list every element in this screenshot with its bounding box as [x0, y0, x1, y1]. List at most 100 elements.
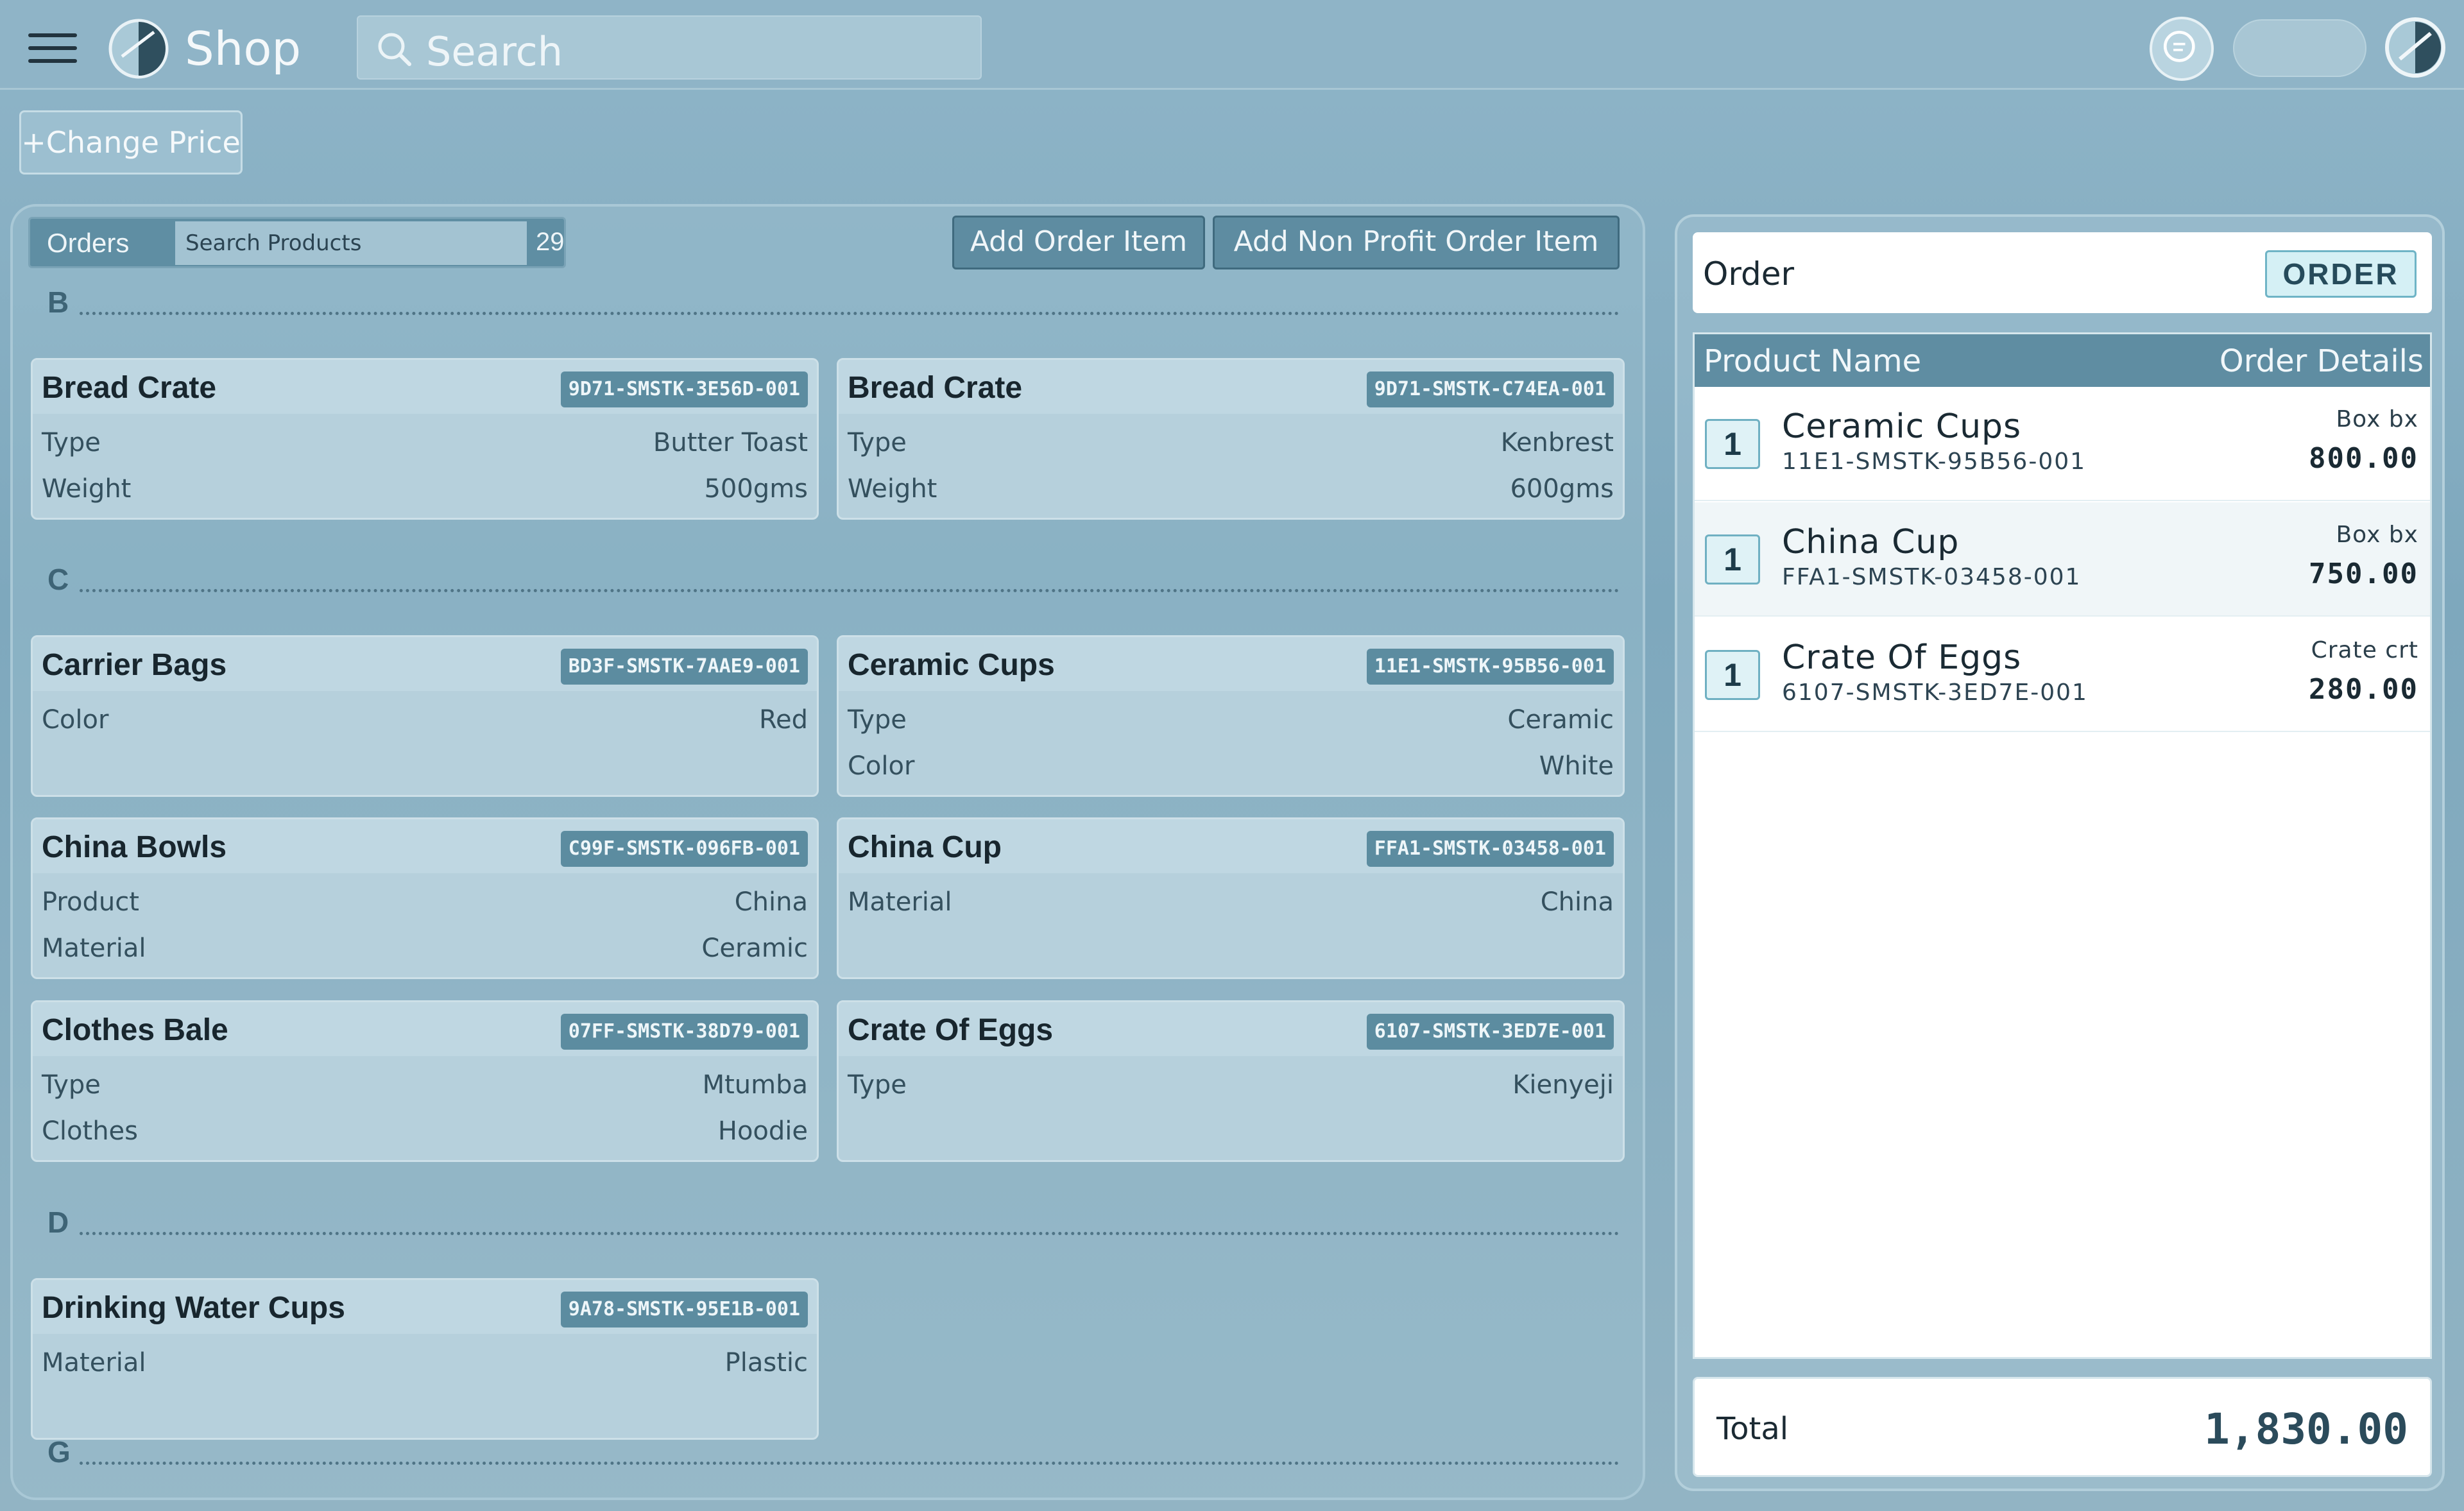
product-name: Bread Crate — [848, 371, 1023, 405]
attribute-value: Plastic — [724, 1348, 808, 1378]
order-header: Order ORDER — [1693, 232, 2432, 313]
order-item-unit: Box bx — [2336, 522, 2418, 548]
product-sku-badge: 9D71-SMSTK-C74EA-001 — [1366, 371, 1614, 407]
attribute-key: Color — [42, 705, 109, 735]
attribute-value: Kienyeji — [1512, 1070, 1614, 1100]
product-search-input[interactable]: Search Products — [175, 221, 527, 265]
search-bar[interactable]: Search — [357, 15, 982, 80]
section-header: G — [47, 1435, 1620, 1473]
product-attribute: Clothes Hoodie — [42, 1116, 808, 1155]
section-divider — [80, 312, 1620, 315]
attribute-key: Type — [848, 705, 907, 735]
attribute-value: White — [1539, 751, 1614, 781]
order-panel: Order ORDER Product Name Order Details 1… — [1675, 214, 2445, 1491]
attribute-key: Clothes — [42, 1116, 138, 1146]
product-attribute: Type Mtumba — [42, 1070, 808, 1109]
attribute-value: Ceramic — [1507, 705, 1614, 735]
attribute-value: Mtumba — [702, 1070, 808, 1100]
quantity-badge[interactable]: 1 — [1705, 419, 1760, 469]
order-item-row[interactable]: 1 Crate Of Eggs 6107-SMSTK-3ED7E-001 Cra… — [1695, 618, 2430, 732]
search-input[interactable]: Search — [426, 28, 563, 75]
product-card[interactable]: Bread Crate 9D71-SMSTK-3E56D-001 Type But… — [31, 358, 819, 520]
product-name: Carrier Bags — [42, 648, 227, 682]
attribute-value: China — [734, 887, 808, 917]
order-item-name: China Cup — [1782, 523, 1960, 561]
add-order-item-button[interactable]: Add Order Item — [952, 216, 1205, 269]
product-attribute: Weight 600gms — [848, 474, 1614, 513]
product-card[interactable]: Clothes Bale 07FF-SMSTK-38D79-001 Type Mt… — [31, 1000, 819, 1162]
order-item-row[interactable]: 1 Ceramic Cups 11E1-SMSTK-95B56-001 Box … — [1695, 387, 2430, 501]
products-panel: Orders Search Products 29 Add Order Item… — [10, 204, 1645, 1500]
section-header: D — [47, 1205, 1620, 1243]
product-sku-badge: BD3F-SMSTK-7AAE9-001 — [560, 649, 808, 685]
attribute-key: Material — [42, 1348, 146, 1378]
product-attribute: Type Ceramic — [848, 705, 1614, 744]
order-item-price: 280.00 — [2309, 673, 2418, 706]
product-name: Drinking Water Cups — [42, 1291, 345, 1325]
add-non-profit-order-item-button[interactable]: Add Non Profit Order Item — [1213, 216, 1620, 269]
product-name: China Bowls — [42, 830, 227, 864]
product-card[interactable]: China Cup FFA1-SMSTK-03458-001 Material C… — [837, 817, 1625, 979]
quantity-badge[interactable]: 1 — [1705, 534, 1760, 585]
chat-button[interactable] — [2150, 17, 2214, 81]
order-item-unit: Box bx — [2336, 406, 2418, 432]
section-letter: B — [47, 286, 69, 319]
product-attribute: Material Ceramic — [42, 934, 808, 972]
product-card[interactable]: Bread Crate 9D71-SMSTK-C74EA-001 Type Ken… — [837, 358, 1625, 520]
top-bar: Shop Search — [0, 0, 2464, 90]
attribute-value: Ceramic — [701, 934, 808, 963]
menu-icon[interactable] — [28, 33, 77, 64]
attribute-value: Butter Toast — [653, 428, 808, 457]
profile-pill[interactable] — [2233, 19, 2366, 77]
order-item-name: Ceramic Cups — [1782, 407, 2022, 446]
order-item-price: 750.00 — [2309, 558, 2418, 590]
change-price-button[interactable]: +Change Price — [19, 110, 243, 175]
quantity-badge[interactable]: 1 — [1705, 650, 1760, 700]
section-divider — [80, 589, 1620, 592]
attribute-value: China — [1540, 887, 1614, 917]
section-letter: C — [47, 563, 69, 596]
attribute-key: Type — [42, 428, 101, 457]
section-header: C — [47, 562, 1620, 601]
total-value: 1,830.00 — [2204, 1404, 2408, 1454]
product-card[interactable]: Drinking Water Cups 9A78-SMSTK-95E1B-001… — [31, 1278, 819, 1440]
attribute-key: Weight — [42, 474, 132, 504]
attribute-key: Type — [848, 428, 907, 457]
chat-icon — [2163, 30, 2195, 62]
product-sku-badge: FFA1-SMSTK-03458-001 — [1366, 831, 1614, 867]
order-type-badge[interactable]: ORDER — [2265, 250, 2417, 298]
product-name: China Cup — [848, 830, 1002, 864]
search-icon — [378, 33, 411, 66]
product-count: 29 — [536, 228, 565, 256]
section-letter: D — [47, 1206, 69, 1239]
product-sku-badge: 07FF-SMSTK-38D79-001 — [560, 1014, 808, 1050]
product-name: Crate Of Eggs — [848, 1013, 1054, 1047]
order-items-table: Product Name Order Details 1 Ceramic Cup… — [1693, 332, 2432, 1359]
avatar[interactable] — [2384, 17, 2446, 78]
attribute-value: Kenbrest — [1500, 428, 1614, 457]
product-attribute: Material Plastic — [42, 1348, 808, 1387]
order-item-price: 800.00 — [2309, 442, 2418, 475]
product-attribute: Weight 500gms — [42, 474, 808, 513]
product-sku-badge: 6107-SMSTK-3ED7E-001 — [1366, 1014, 1614, 1050]
attribute-key: Type — [848, 1070, 907, 1100]
product-attribute: Type Kenbrest — [848, 428, 1614, 466]
product-name: Ceramic Cups — [848, 648, 1055, 682]
product-card[interactable]: Ceramic Cups 11E1-SMSTK-95B56-001 Type Ce… — [837, 635, 1625, 797]
attribute-key: Product — [42, 887, 139, 917]
total-label: Total — [1716, 1411, 1789, 1447]
product-attribute: Type Butter Toast — [42, 428, 808, 466]
order-item-sku: 11E1-SMSTK-95B56-001 — [1782, 448, 2087, 475]
product-card[interactable]: Carrier Bags BD3F-SMSTK-7AAE9-001 Color R… — [31, 635, 819, 797]
section-letter: G — [47, 1435, 71, 1469]
section-header: B — [47, 285, 1620, 323]
attribute-key: Material — [848, 887, 952, 917]
product-card[interactable]: Crate Of Eggs 6107-SMSTK-3ED7E-001 Type K… — [837, 1000, 1625, 1162]
product-sku-badge: 11E1-SMSTK-95B56-001 — [1366, 649, 1614, 685]
section-divider — [80, 1232, 1620, 1235]
attribute-value: 600gms — [1510, 474, 1614, 504]
order-item-unit: Crate crt — [2311, 637, 2418, 663]
product-card[interactable]: China Bowls C99F-SMSTK-096FB-001 Product… — [31, 817, 819, 979]
order-item-row[interactable]: 1 China Cup FFA1-SMSTK-03458-001 Box bx … — [1695, 502, 2430, 617]
product-attribute: Product China — [42, 887, 808, 926]
